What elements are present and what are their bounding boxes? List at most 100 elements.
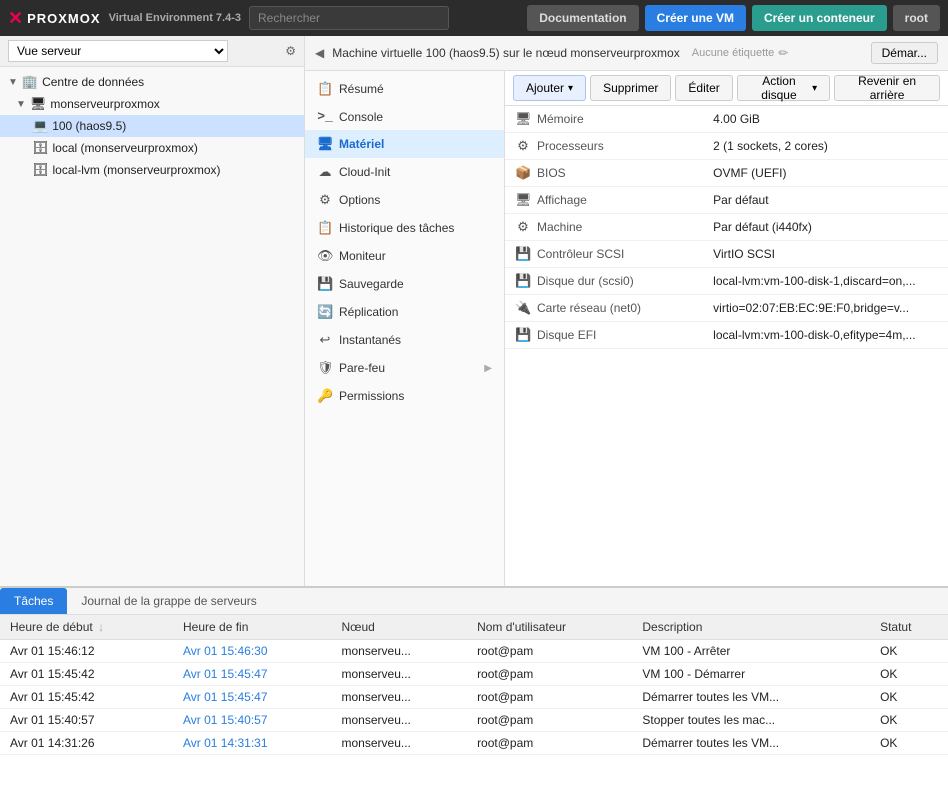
replication-icon: 🔄	[317, 304, 333, 320]
hw-value: VirtIO SCSI	[703, 241, 948, 268]
ajouter-button[interactable]: Ajouter	[513, 75, 586, 101]
col-start: Heure de début ↓	[0, 615, 173, 640]
task-status: OK	[870, 663, 948, 686]
console-icon: >_	[317, 109, 333, 124]
task-start: Avr 01 15:45:42	[0, 686, 173, 709]
nav-item-sauvegarde[interactable]: 💾 Sauvegarde	[305, 270, 504, 298]
task-status: OK	[870, 686, 948, 709]
col-desc: Description	[632, 615, 870, 640]
nav-label-console: Console	[339, 110, 383, 124]
content-title: Machine virtuelle 100 (haos9.5) sur le n…	[332, 46, 680, 60]
table-row[interactable]: 💾 Contrôleur SCSI VirtIO SCSI	[505, 241, 948, 268]
hw-row-icon: 🖥	[515, 111, 531, 127]
hw-row-icon: 🖥	[515, 192, 531, 208]
hw-row-icon: ⚙	[515, 219, 531, 235]
nav-item-instantanes[interactable]: ↩ Instantanés	[305, 326, 504, 354]
task-node: monserveu...	[332, 709, 468, 732]
table-row[interactable]: ⚙ Machine Par défaut (i440fx)	[505, 214, 948, 241]
vm100-label: 100 (haos9.5)	[52, 119, 126, 133]
hw-label: 🖥 Mémoire	[505, 106, 685, 132]
table-row[interactable]: Avr 01 15:45:42 Avr 01 15:45:47 monserve…	[0, 663, 948, 686]
hw-row-icon: 💾	[515, 327, 531, 343]
nav-item-moniteur[interactable]: 👁 Moniteur	[305, 242, 504, 270]
tree-item-local[interactable]: 🗄 local (monserveurproxmox)	[0, 137, 304, 159]
node-icon: 🖥	[30, 96, 47, 112]
col-end: Heure de fin	[173, 615, 332, 640]
tree-item-vm100[interactable]: 💻 100 (haos9.5)	[0, 115, 304, 137]
datacenter-label: Centre de données	[42, 75, 144, 89]
nav-item-materiel[interactable]: 🖥 Matériel	[305, 130, 504, 158]
tab-taches[interactable]: Tâches	[0, 588, 67, 614]
nav-item-parefeu[interactable]: 🛡 Pare-feu ▶	[305, 354, 504, 382]
tab-journal[interactable]: Journal de la grappe de serveurs	[67, 588, 270, 614]
nav-item-replication[interactable]: 🔄 Réplication	[305, 298, 504, 326]
nav-item-resume[interactable]: 📋 Résumé	[305, 75, 504, 103]
bottom-tabs: Tâches Journal de la grappe de serveurs	[0, 588, 948, 615]
nav-item-cloud[interactable]: ☁ Cloud-Init	[305, 158, 504, 186]
col-node: Nœud	[332, 615, 468, 640]
hw-label: 💾 Disque EFI	[505, 322, 685, 348]
sidebar-header: Vue serveur ⚙	[0, 36, 304, 67]
edit-tag-icon[interactable]: ✏	[778, 46, 788, 60]
documentation-button[interactable]: Documentation	[527, 5, 638, 31]
table-row[interactable]: Avr 01 15:40:57 Avr 01 15:40:57 monserve…	[0, 709, 948, 732]
start-button[interactable]: Démar...	[871, 42, 938, 64]
monitor-icon: 👁	[317, 248, 333, 264]
nav-label-parefeu: Pare-feu	[339, 361, 385, 375]
supprimer-button[interactable]: Supprimer	[590, 75, 671, 101]
hw-row-icon: 🔌	[515, 300, 531, 316]
task-user: root@pam	[467, 686, 632, 709]
user-menu-button[interactable]: root	[893, 5, 940, 31]
nav-label-moniteur: Moniteur	[339, 249, 386, 263]
hw-row-icon: 💾	[515, 246, 531, 262]
hw-label: 📦 BIOS	[505, 160, 685, 186]
task-end: Avr 01 15:45:47	[173, 663, 332, 686]
sidebar: Vue serveur ⚙ ▼ 🏢 Centre de données ▼ 🖥 …	[0, 36, 305, 586]
tree-item-node[interactable]: ▼ 🖥 monserveurproxmox	[0, 93, 304, 115]
tree-arrow-dc: ▼	[8, 77, 18, 88]
nav-item-permissions[interactable]: 🔑 Permissions	[305, 382, 504, 410]
nav-item-options[interactable]: ⚙ Options	[305, 186, 504, 214]
table-row[interactable]: 🖥 Mémoire 4.00 GiB	[505, 106, 948, 133]
create-vm-button[interactable]: Créer une VM	[645, 5, 746, 31]
search-input[interactable]	[249, 6, 449, 30]
nav-label-materiel: Matériel	[339, 137, 384, 151]
task-status: OK	[870, 640, 948, 663]
table-row[interactable]: ⚙ Processeurs 2 (1 sockets, 2 cores)	[505, 133, 948, 160]
hw-label: 💾 Disque dur (scsi0)	[505, 268, 685, 294]
hw-value: virtio=02:07:EB:EC:9E:F0,bridge=v...	[703, 295, 948, 322]
task-node: monserveu...	[332, 663, 468, 686]
col-status: Statut	[870, 615, 948, 640]
gear-icon[interactable]: ⚙	[285, 44, 296, 58]
create-container-button[interactable]: Créer un conteneur	[752, 5, 887, 31]
table-row[interactable]: Avr 01 15:45:42 Avr 01 15:45:47 monserve…	[0, 686, 948, 709]
hw-value: Par défaut	[703, 187, 948, 214]
node-label: monserveurproxmox	[50, 97, 159, 111]
table-row[interactable]: 💾 Disque EFI local-lvm:vm-100-disk-0,efi…	[505, 322, 948, 349]
nav-item-console[interactable]: >_ Console	[305, 103, 504, 130]
task-status: OK	[870, 732, 948, 755]
view-selector[interactable]: Vue serveur	[8, 40, 228, 62]
task-user: root@pam	[467, 709, 632, 732]
action-disque-button[interactable]: Action disque	[737, 75, 830, 101]
hw-row-icon: 📦	[515, 165, 531, 181]
table-row[interactable]: 📦 BIOS OVMF (UEFI)	[505, 160, 948, 187]
tree-item-locallvm[interactable]: 🗄 local-lvm (monserveurproxmox)	[0, 159, 304, 181]
revenir-button[interactable]: Revenir en arrière	[834, 75, 940, 101]
tree-item-datacenter[interactable]: ▼ 🏢 Centre de données	[0, 71, 304, 93]
editer-button[interactable]: Éditer	[675, 75, 732, 101]
task-end: Avr 01 14:31:31	[173, 732, 332, 755]
task-start: Avr 01 15:40:57	[0, 709, 173, 732]
nav-item-historique[interactable]: 📋 Historique des tâches	[305, 214, 504, 242]
nav-label-resume: Résumé	[339, 82, 384, 96]
table-row[interactable]: 🔌 Carte réseau (net0) virtio=02:07:EB:EC…	[505, 295, 948, 322]
hw-label: ⚙ Processeurs	[505, 133, 685, 159]
task-user: root@pam	[467, 663, 632, 686]
nav-label-replication: Réplication	[339, 305, 398, 319]
tasks-table: Heure de début ↓ Heure de fin Nœud Nom d…	[0, 615, 948, 755]
table-row[interactable]: 💾 Disque dur (scsi0) local-lvm:vm-100-di…	[505, 268, 948, 295]
table-row[interactable]: Avr 01 15:46:12 Avr 01 15:46:30 monserve…	[0, 640, 948, 663]
table-row[interactable]: 🖥 Affichage Par défaut	[505, 187, 948, 214]
task-end: Avr 01 15:45:47	[173, 686, 332, 709]
table-row[interactable]: Avr 01 14:31:26 Avr 01 14:31:31 monserve…	[0, 732, 948, 755]
